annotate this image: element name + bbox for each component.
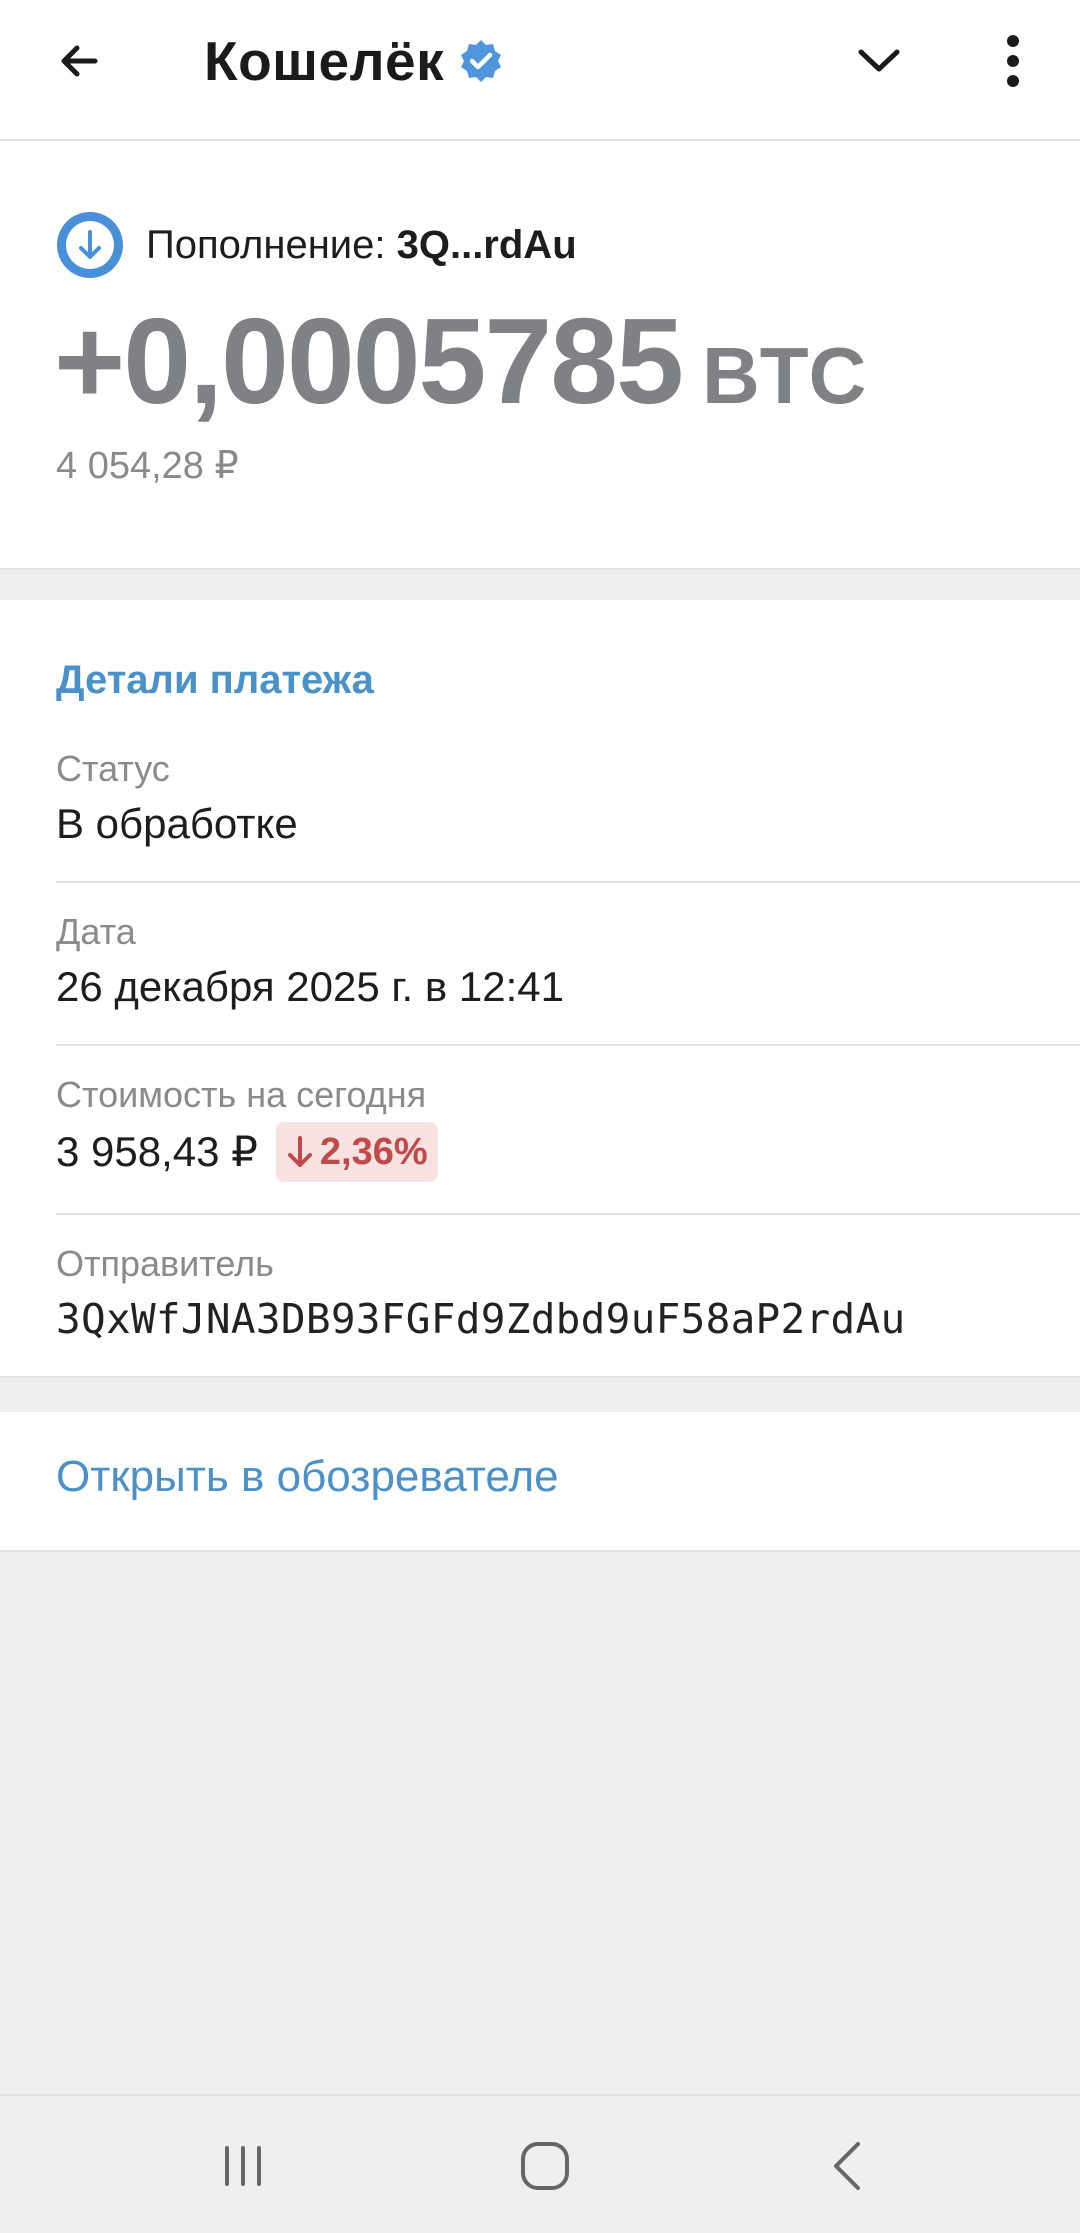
home-icon <box>521 2142 569 2190</box>
detail-label: Статус <box>56 748 170 789</box>
sender-address[interactable]: 3QxWfJNA3DB93FGFd9Zdbd9uF58aP2rdAu <box>56 1291 1080 1347</box>
page-title: Кошелёк <box>204 30 445 92</box>
arrow-left-icon <box>61 45 98 77</box>
detail-row-current-value: Стоимость на сегодня 3 958,43 ₽ 2,36% <box>56 1072 1080 1182</box>
change-badge: 2,36% <box>275 1122 438 1182</box>
title-group: Кошелёк <box>204 27 504 95</box>
transaction-type-text: Пополнение: <box>146 222 397 267</box>
more-vert-icon <box>1007 35 1019 87</box>
recent-apps-button[interactable] <box>203 2126 283 2206</box>
chevron-down-icon <box>858 49 900 72</box>
detail-label: Дата <box>56 911 136 952</box>
divider <box>56 1213 1080 1215</box>
amount-row: +0,0005785 BTC <box>54 291 867 429</box>
system-nav-bar <box>0 2094 1080 2233</box>
divider <box>56 1044 1080 1046</box>
recent-apps-icon <box>225 2146 261 2186</box>
arrow-down-icon <box>284 1134 316 1170</box>
short-address: 3Q...rdAu <box>396 222 577 267</box>
divider <box>56 881 1080 883</box>
crypto-amount: +0,0005785 <box>54 293 684 429</box>
explorer-card: Открыть в обозревателе <box>0 1412 1080 1552</box>
home-button[interactable] <box>505 2126 585 2206</box>
detail-label: Стоимость на сегодня <box>56 1074 427 1115</box>
payment-details-card: Детали платежа Статус В обработке Дата 2… <box>0 600 1080 1378</box>
detail-row-status: Статус В обработке <box>56 746 1080 852</box>
app-bar: Кошелёк <box>0 0 1080 141</box>
fiat-amount: 4 054,28 ₽ <box>56 445 239 487</box>
detail-row-date: Дата 26 декабря 2025 г. в 12:41 <box>56 909 1080 1015</box>
back-button[interactable] <box>40 22 118 100</box>
expand-button[interactable] <box>840 22 918 100</box>
current-value: 3 958,43 ₽ <box>56 1128 258 1175</box>
open-in-explorer-link[interactable]: Открыть в обозревателе <box>56 1452 559 1502</box>
currency-code: BTC <box>701 331 867 420</box>
detail-row-sender: Отправитель 3QxWfJNA3DB93FGFd9Zdbd9uF58a… <box>56 1241 1080 1347</box>
section-title: Детали платежа <box>56 658 374 702</box>
transaction-type-label: Пополнение: 3Q...rdAu <box>146 223 577 268</box>
amount-card: Пополнение: 3Q...rdAu +0,0005785 BTC 4 0… <box>0 141 1080 570</box>
back-icon <box>834 2142 860 2190</box>
more-options-button[interactable] <box>974 22 1052 100</box>
verified-badge-icon <box>458 38 504 84</box>
current-value-line: 3 958,43 ₽ 2,36% <box>56 1122 1080 1182</box>
date-value: 26 декабря 2025 г. в 12:41 <box>56 963 564 1010</box>
change-percent: 2,36% <box>319 1131 428 1173</box>
transaction-type-line: Пополнение: 3Q...rdAu <box>56 211 577 279</box>
system-back-button[interactable] <box>808 2126 888 2206</box>
status-value: В обработке <box>56 800 298 847</box>
deposit-arrow-icon <box>56 211 124 279</box>
detail-label: Отправитель <box>56 1243 274 1284</box>
